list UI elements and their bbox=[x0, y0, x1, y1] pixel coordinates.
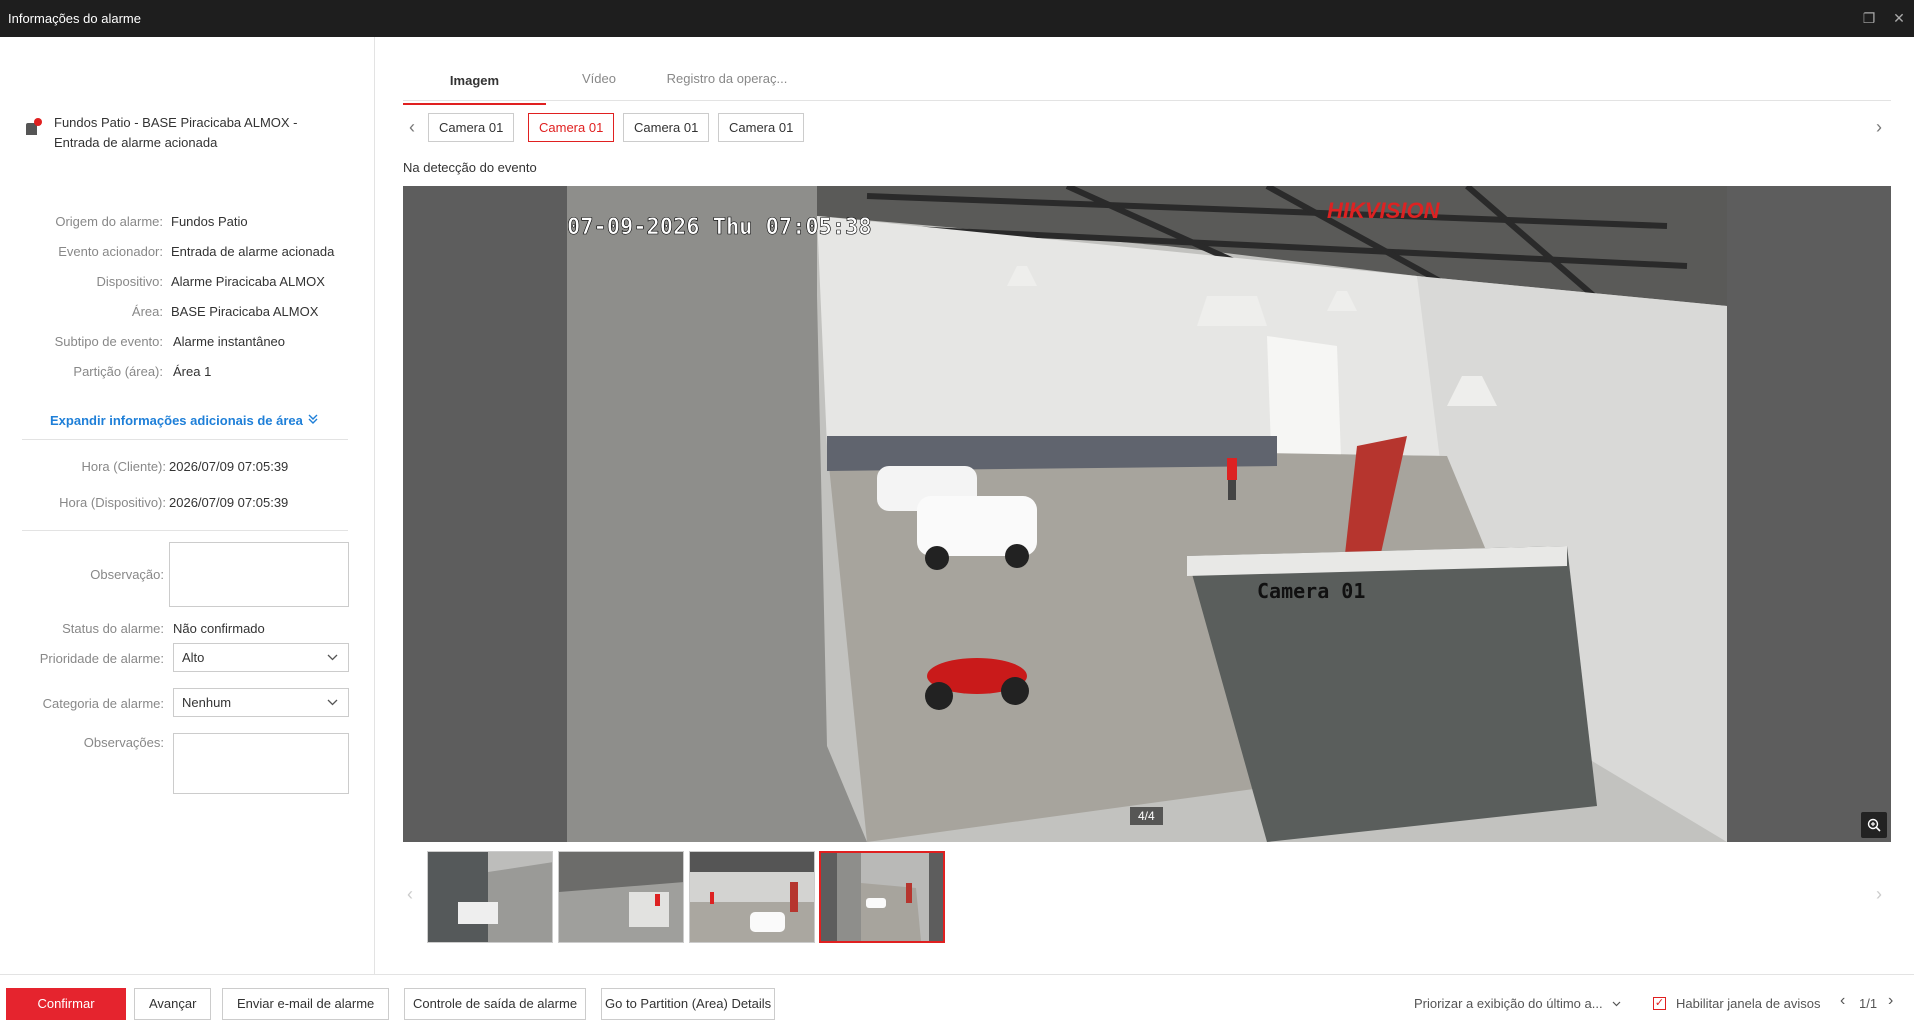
title-bar: Informações do alarme ❐ ✕ bbox=[0, 0, 1914, 37]
field-label: Hora (Cliente): bbox=[81, 459, 166, 474]
field-device: Dispositivo: Alarme Piracicaba ALMOX bbox=[0, 272, 375, 292]
field-device-time: Hora (Dispositivo): 2026/07/09 07:05:39 bbox=[0, 493, 375, 513]
camera-selector: ‹ Camera 01 Camera 01 Camera 01 Camera 0… bbox=[403, 112, 1891, 142]
chevron-down-icon bbox=[1612, 996, 1621, 1011]
status-row: Status do alarme: Não confirmado bbox=[0, 619, 375, 639]
tab-operation-log[interactable]: Registro da operaç... bbox=[652, 69, 802, 103]
priority-select[interactable]: Alto bbox=[173, 643, 349, 672]
zoom-in-icon[interactable] bbox=[1861, 812, 1887, 838]
divider bbox=[22, 530, 348, 531]
observation-label: Observação: bbox=[90, 567, 164, 582]
chevron-left-icon[interactable]: ‹ bbox=[407, 879, 413, 909]
field-area: Área: BASE Piracicaba ALMOX bbox=[0, 302, 375, 322]
pager-label: 1/1 bbox=[1859, 996, 1878, 1011]
thumbnail[interactable] bbox=[427, 851, 553, 943]
confirm-button[interactable]: Confirmar bbox=[6, 988, 126, 1020]
thumbnail-strip: ‹ › bbox=[403, 849, 1891, 947]
notes-input[interactable] bbox=[173, 733, 349, 794]
field-label: Hora (Dispositivo): bbox=[59, 495, 166, 510]
field-label: Partição (área): bbox=[73, 364, 163, 379]
thumbnail[interactable] bbox=[558, 851, 684, 943]
field-value: Entrada de alarme acionada bbox=[171, 244, 335, 259]
priority-value: Alto bbox=[182, 650, 205, 665]
field-event-subtype: Subtipo de evento: Alarme instantâneo bbox=[0, 332, 375, 352]
viewer-caption: Na detecção do evento bbox=[403, 160, 537, 175]
camera-button[interactable]: Camera 01 bbox=[528, 113, 615, 142]
alarm-output-control-button[interactable]: Controle de saída de alarme bbox=[404, 988, 587, 1020]
field-label: Subtipo de evento: bbox=[54, 334, 163, 349]
chevron-right-icon[interactable]: › bbox=[1876, 112, 1882, 142]
restore-icon[interactable]: ❐ bbox=[1854, 0, 1884, 37]
forward-button[interactable]: Avançar bbox=[134, 988, 212, 1020]
priority-label: Prioridade de alarme: bbox=[39, 651, 164, 666]
image-counter: 4/4 bbox=[1130, 807, 1163, 825]
close-icon[interactable]: ✕ bbox=[1884, 0, 1914, 37]
alarm-header: Fundos Patio - BASE Piracicaba ALMOX - E… bbox=[24, 113, 364, 153]
alarm-bell-icon bbox=[24, 117, 42, 137]
alarm-title: Fundos Patio - BASE Piracicaba ALMOX - E… bbox=[54, 115, 298, 150]
chevron-right-icon[interactable]: › bbox=[1888, 992, 1893, 1010]
camera-snapshot: 07-09-2026 Thu 07:05:38 HIKVISION Camera… bbox=[567, 186, 1727, 842]
brand-watermark: HIKVISION bbox=[1327, 198, 1441, 223]
field-label: Origem do alarme: bbox=[55, 214, 163, 229]
field-value: Alarme Piracicaba ALMOX bbox=[171, 274, 325, 289]
chevron-down-icon bbox=[327, 644, 338, 682]
field-partition: Partição (área): Área 1 bbox=[0, 362, 375, 382]
category-label: Categoria de alarme: bbox=[42, 696, 164, 711]
chevron-left-icon[interactable]: ‹ bbox=[409, 112, 415, 142]
category-select[interactable]: Nenhum bbox=[173, 688, 349, 717]
alarm-details-panel: Fundos Patio - BASE Piracicaba ALMOX - E… bbox=[0, 37, 375, 974]
status-value: Não confirmado bbox=[173, 621, 265, 636]
chevron-down-icon bbox=[327, 689, 338, 727]
camera-button[interactable]: Camera 01 bbox=[623, 113, 710, 142]
tab-image[interactable]: Imagem bbox=[403, 71, 546, 105]
priority-display-dropdown[interactable]: Priorizar a exibição do último a... bbox=[1414, 996, 1621, 1011]
warehouse-scene: 07-09-2026 Thu 07:05:38 HIKVISION Camera… bbox=[567, 186, 1727, 842]
thumbnail[interactable] bbox=[689, 851, 815, 943]
field-value: BASE Piracicaba ALMOX bbox=[171, 304, 319, 319]
send-email-button[interactable]: Enviar e-mail de alarme bbox=[222, 988, 390, 1020]
field-label: Dispositivo: bbox=[96, 274, 163, 289]
chevron-left-icon[interactable]: ‹ bbox=[1840, 992, 1845, 1010]
window-title: Informações do alarme bbox=[8, 11, 141, 26]
partition-details-button[interactable]: Go to Partition (Area) Details bbox=[601, 988, 776, 1020]
camera-button[interactable]: Camera 01 bbox=[718, 113, 805, 142]
media-tabs: Imagem Vídeo Registro da operaç... bbox=[403, 67, 1891, 105]
field-value: 2026/07/09 07:05:39 bbox=[169, 459, 289, 474]
expand-area-info-link[interactable]: Expandir informações adicionais de área bbox=[50, 413, 319, 428]
double-chevron-down-icon bbox=[307, 413, 319, 428]
field-value: 2026/07/09 07:05:39 bbox=[169, 495, 289, 510]
chevron-right-icon[interactable]: › bbox=[1876, 879, 1882, 909]
field-client-time: Hora (Cliente): 2026/07/09 07:05:39 bbox=[0, 457, 375, 477]
status-label: Status do alarme: bbox=[62, 621, 164, 636]
field-origin: Origem do alarme: Fundos Patio bbox=[0, 212, 375, 232]
observation-input[interactable] bbox=[169, 542, 349, 607]
alarm-media-panel: Imagem Vídeo Registro da operaç... ‹ Cam… bbox=[376, 37, 1914, 974]
category-value: Nenhum bbox=[182, 695, 232, 710]
enable-popup-checkbox[interactable]: ✓ bbox=[1653, 997, 1666, 1010]
enable-popup-label: Habilitar janela de avisos bbox=[1676, 996, 1821, 1011]
field-value: Alarme instantâneo bbox=[173, 334, 286, 349]
action-bar: Confirmar Avançar Enviar e-mail de alarm… bbox=[0, 974, 1914, 1030]
expand-label: Expandir informações adicionais de área bbox=[50, 413, 303, 428]
image-viewer[interactable]: 07-09-2026 Thu 07:05:38 HIKVISION Camera… bbox=[403, 186, 1891, 842]
camera-button[interactable]: Camera 01 bbox=[428, 113, 515, 142]
thumbnail-selected[interactable] bbox=[819, 851, 945, 943]
field-value: Área 1 bbox=[173, 364, 212, 379]
priority-display-label: Priorizar a exibição do último a... bbox=[1414, 996, 1603, 1011]
field-value: Fundos Patio bbox=[171, 214, 248, 229]
field-label: Área: bbox=[131, 304, 163, 319]
osd-timestamp: 07-09-2026 Thu 07:05:38 bbox=[567, 215, 872, 240]
field-trigger-event: Evento acionador: Entrada de alarme acio… bbox=[0, 242, 375, 262]
notes-label: Observações: bbox=[83, 735, 164, 750]
field-label: Evento acionador: bbox=[58, 244, 163, 259]
tab-video[interactable]: Vídeo bbox=[546, 69, 652, 103]
osd-camera-name: Camera 01 bbox=[1257, 579, 1365, 603]
divider bbox=[22, 439, 348, 440]
